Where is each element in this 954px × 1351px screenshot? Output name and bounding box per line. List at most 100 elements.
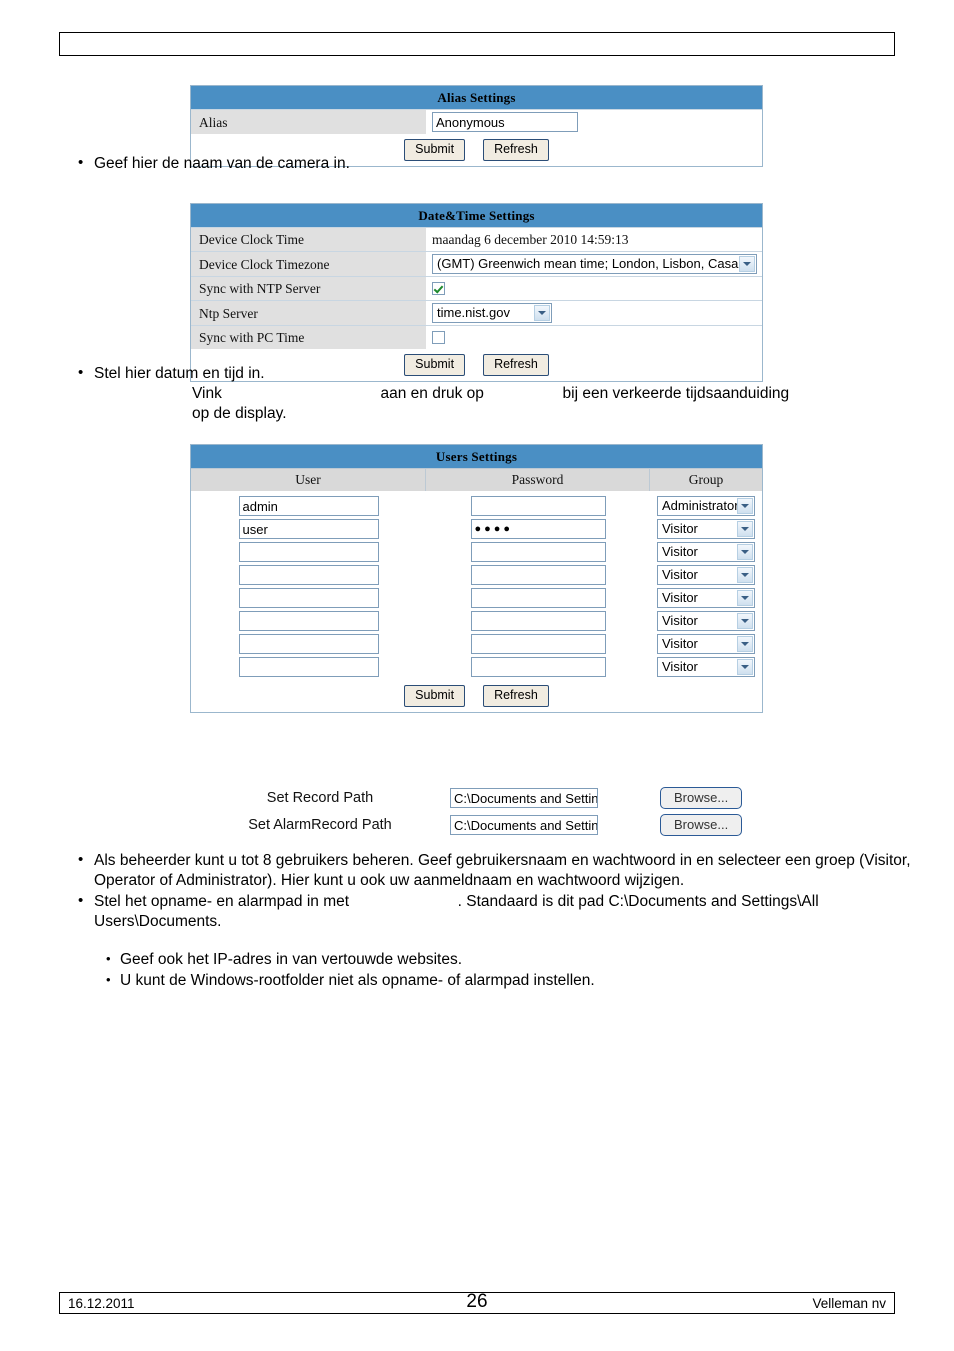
datetime-settings-title: Date&Time Settings (191, 204, 762, 227)
group-cell: Administrator (650, 495, 762, 516)
password-input[interactable] (470, 564, 606, 585)
device-clock-timezone-row: Device Clock Timezone (GMT) Greenwich me… (191, 251, 762, 276)
chevron-down-icon (737, 543, 753, 560)
group-select[interactable]: Visitor (657, 656, 755, 677)
device-clock-time-row: Device Clock Time maandag 6 december 201… (191, 227, 762, 251)
ntp-server-select[interactable]: time.nist.gov (432, 303, 552, 323)
password-input[interactable] (470, 633, 606, 654)
user-input[interactable]: admin (238, 495, 379, 516)
group-select-value: Visitor (662, 612, 698, 628)
group-select[interactable]: Visitor (657, 541, 755, 562)
set-record-path-row: Set Record Path C:\Documents and Setting… (190, 784, 763, 811)
alarmrecord-path-browse-button[interactable]: Browse... (660, 813, 743, 836)
password-cell (426, 541, 650, 562)
user-input[interactable] (238, 541, 379, 562)
sync-ntp-checkbox[interactable] (432, 282, 445, 295)
alias-row: Alias Anonymous (191, 109, 762, 134)
table-row: Visitor (191, 586, 762, 609)
alias-note-block: Geef hier de naam van de camera in. (72, 153, 932, 175)
record-path-browse-cell: Browse... (660, 786, 743, 809)
password-input[interactable] (470, 541, 606, 562)
table-row: user ●●●● Visitor (191, 517, 762, 540)
datetime-note-line2: Vink aan en druk op bij een verkeerde ti… (94, 384, 942, 404)
alias-note-text: Geef hier de naam van de camera in. (94, 155, 350, 172)
group-select[interactable]: Visitor (657, 564, 755, 585)
users-note-item: Als beheerder kunt u tot 8 gebruikers be… (78, 850, 932, 891)
datetime-note-item: Stel hier datum en tijd in. Vink aan en … (78, 363, 942, 424)
sync-ntp-row: Sync with NTP Server (191, 276, 762, 300)
set-record-path-value-cell: C:\Documents and Setting (450, 787, 610, 808)
group-select-value: Visitor (662, 589, 698, 605)
sync-ntp-value-cell (426, 277, 762, 300)
alias-label: Alias (191, 110, 426, 134)
user-input[interactable] (238, 587, 379, 608)
group-select[interactable]: Visitor (657, 610, 755, 631)
chevron-down-icon (739, 256, 755, 272)
ntp-server-row: Ntp Server time.nist.gov (191, 300, 762, 325)
table-row: Visitor (191, 609, 762, 632)
group-cell: Visitor (650, 541, 762, 562)
alarmrecord-path-input[interactable]: C:\Documents and Setting (450, 814, 598, 835)
group-select[interactable]: Administrator (657, 495, 755, 516)
record-path-browse-button[interactable]: Browse... (660, 786, 743, 809)
datetime-settings-panel: Date&Time Settings Device Clock Time maa… (190, 203, 763, 382)
user-input[interactable] (238, 633, 379, 654)
datetime-note-line3-text: op de display. (192, 405, 287, 422)
user-input[interactable] (238, 610, 379, 631)
password-input[interactable]: ●●●● (470, 518, 606, 539)
device-clock-timezone-value-cell: (GMT) Greenwich mean time; London, Lisbo… (426, 252, 762, 276)
user-cell (191, 587, 426, 608)
chevron-down-icon (737, 612, 753, 629)
user-input[interactable] (238, 656, 379, 677)
timezone-select[interactable]: (GMT) Greenwich mean time; London, Lisbo… (432, 254, 757, 274)
group-cell: Visitor (650, 564, 762, 585)
password-input[interactable] (470, 610, 606, 631)
set-record-path-label: Set Record Path (266, 789, 374, 806)
user-cell (191, 633, 426, 654)
set-alarmrecord-path-value-cell: C:\Documents and Setting (450, 814, 610, 835)
sync-ntp-label: Sync with NTP Server (191, 277, 426, 300)
group-select[interactable]: Visitor (657, 633, 755, 654)
password-cell (426, 656, 650, 677)
set-alarmrecord-path-row: Set AlarmRecord Path C:\Documents and Se… (190, 811, 763, 838)
user-cell (191, 656, 426, 677)
group-cell: Visitor (650, 587, 762, 608)
user-cell: admin (191, 495, 426, 516)
device-clock-time-value: maandag 6 december 2010 14:59:13 (426, 228, 762, 251)
password-input[interactable] (470, 495, 606, 516)
user-input[interactable]: user (238, 518, 379, 539)
datetime-note-block: Stel hier datum en tijd in. Vink aan en … (72, 363, 942, 425)
group-select[interactable]: Visitor (657, 587, 755, 608)
footer-page-number: 26 (466, 1291, 488, 1312)
sync-pc-time-checkbox[interactable] (432, 331, 445, 344)
page-header-box (59, 32, 895, 56)
bottom-notes-block: Als beheerder kunt u tot 8 gebruikers be… (72, 850, 932, 992)
record-path-input[interactable]: C:\Documents and Setting (450, 787, 598, 808)
users-settings-title: Users Settings (191, 445, 762, 468)
datetime-note-text: Stel hier datum en tijd in. (94, 365, 265, 382)
ntp-server-label: Ntp Server (191, 301, 426, 325)
alias-input[interactable]: Anonymous (432, 112, 578, 132)
users-submit-button[interactable]: Submit (404, 685, 466, 707)
users-column-password: Password (426, 469, 650, 491)
alarmrecord-path-browse-cell: Browse... (660, 813, 743, 836)
chevron-down-icon (737, 635, 753, 652)
group-select-value: Visitor (662, 566, 698, 582)
users-refresh-button[interactable]: Refresh (483, 685, 549, 707)
group-select[interactable]: Visitor (657, 518, 755, 539)
password-input[interactable] (470, 587, 606, 608)
table-row: Visitor (191, 655, 762, 678)
password-cell (426, 610, 650, 631)
user-cell: user (191, 518, 426, 539)
group-cell: Visitor (650, 633, 762, 654)
alias-value-cell: Anonymous (426, 110, 762, 134)
chevron-down-icon (737, 566, 753, 583)
user-input[interactable] (238, 564, 379, 585)
chevron-down-icon (737, 520, 753, 537)
group-cell: Visitor (650, 610, 762, 631)
chevron-down-icon (737, 589, 753, 606)
password-input[interactable] (470, 656, 606, 677)
table-row: Visitor (191, 540, 762, 563)
user-cell (191, 564, 426, 585)
group-cell: Visitor (650, 518, 762, 539)
